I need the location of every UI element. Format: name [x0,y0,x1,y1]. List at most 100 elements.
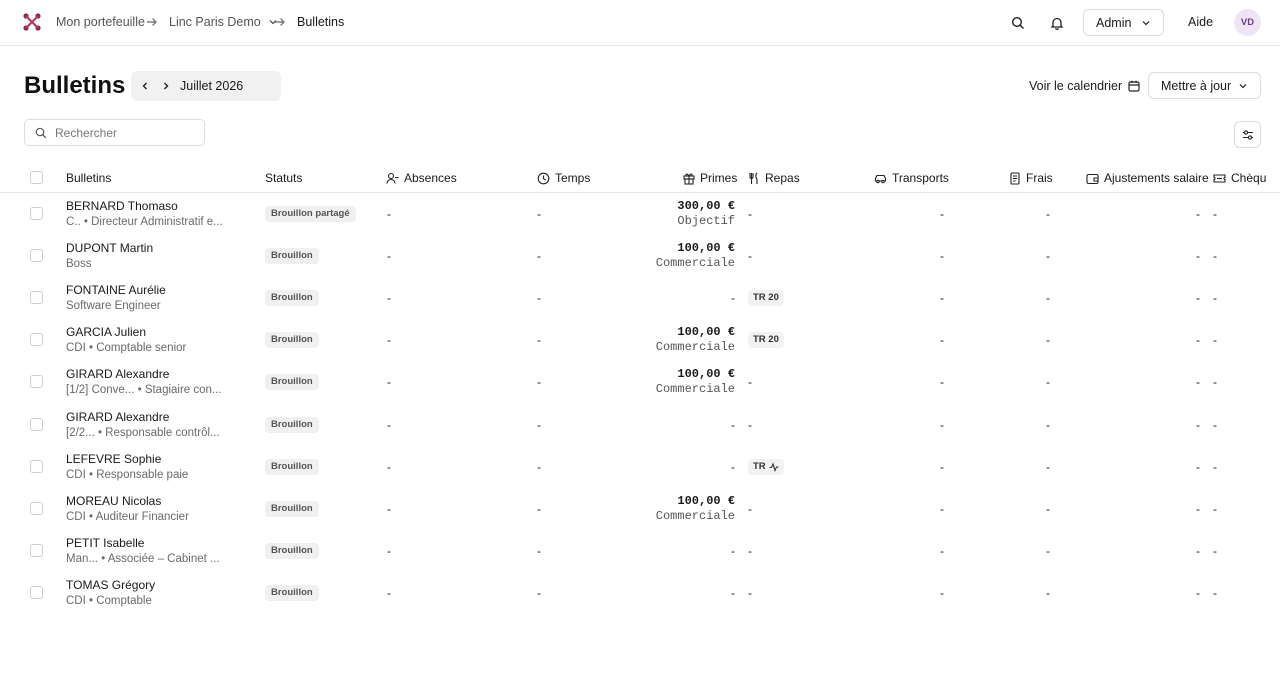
frais-value: - [1046,207,1050,221]
column-temps[interactable]: Temps [537,171,590,185]
meal-voucher-badge[interactable]: TR [748,458,784,475]
temps-value: - [537,249,541,264]
avatar[interactable]: VD [1234,9,1261,36]
help-link[interactable]: Aide [1188,15,1213,29]
table-row[interactable]: MOREAU Nicolas CDI • Auditeur Financier … [0,488,1280,530]
employee-contract: CDI • Comptable senior [66,342,187,355]
view-calendar-label: Voir le calendrier [1029,79,1123,93]
temps-value: - [537,207,541,221]
absences-value: - [387,375,391,390]
previous-month-button[interactable] [138,79,152,93]
column-absences[interactable]: Absences [386,171,457,185]
ajustements-value: - [1196,585,1200,600]
search-icon [35,127,47,139]
row-checkbox[interactable] [30,459,43,473]
row-checkbox[interactable] [30,291,43,305]
next-month-button[interactable] [159,79,173,93]
row-checkbox[interactable] [30,375,43,389]
column-cheques-label: Chèqu [1231,171,1267,185]
employee-contract: Boss [66,258,92,271]
search-input[interactable]: Rechercher [24,119,205,146]
meal-voucher-label: TR [753,460,766,472]
column-temps-label: Temps [555,171,591,185]
cheques-value: - [1213,249,1217,264]
table-row[interactable]: GIRARD Alexandre [2/2... • Responsable c… [0,404,1280,446]
employee-name[interactable]: DUPONT Martin [66,241,153,255]
transports-value: - [940,585,944,600]
column-repas-label: Repas [765,171,800,185]
status-badge: Brouillon partagé [265,206,356,222]
row-checkbox[interactable] [30,501,43,515]
table-row[interactable]: GARCIA Julien CDI • Comptable senior Bro… [0,319,1280,361]
employee-name[interactable]: LEFEVRE Sophie [66,452,161,466]
update-dropdown[interactable]: Mettre à jour [1148,72,1261,99]
row-checkbox[interactable] [30,333,43,347]
column-ajustements-label: Ajustements salaire [1104,171,1209,185]
table-row[interactable]: FONTAINE Aurélie Software Engineer Broui… [0,277,1280,319]
row-checkbox[interactable] [30,417,43,431]
admin-dropdown[interactable]: Admin [1083,9,1164,36]
employee-name[interactable]: GIRARD Alexandre [66,367,169,381]
status-badge: Brouillon [265,458,319,475]
absences-value: - [387,291,391,306]
column-bulletins[interactable]: Bulletins [66,171,111,185]
repas-value: - [748,207,752,221]
breadcrumb-company[interactable]: Linc Paris Demo [169,15,278,29]
table-row[interactable]: PETIT Isabelle Man... • Associée – Cabin… [0,530,1280,572]
cheques-value: - [1213,501,1217,516]
column-repas[interactable]: Repas [748,171,800,185]
column-frais[interactable]: Frais [1009,171,1053,185]
prime-value[interactable]: 100,00 € Commerciale [656,494,735,524]
cheques-value: - [1213,417,1217,432]
view-calendar-link[interactable]: Voir le calendrier [1029,79,1140,93]
prime-value[interactable]: 100,00 € Commerciale [656,367,735,397]
gift-icon [683,173,695,185]
employee-name[interactable]: MOREAU Nicolas [66,494,161,508]
employee-name[interactable]: PETIT Isabelle [66,536,144,550]
notifications-button[interactable] [1047,13,1067,33]
employee-contract: CDI • Responsable paie [66,468,189,481]
employee-name[interactable]: FONTAINE Aurélie [66,283,166,297]
prime-value[interactable]: 300,00 € Objectif [677,199,735,229]
car-icon [874,174,887,183]
employee-name[interactable]: BERNARD Thomaso [66,199,178,213]
status-badge: Brouillon [265,416,319,433]
row-checkbox[interactable] [30,207,43,220]
table-row[interactable]: LEFEVRE Sophie CDI • Responsable paie Br… [0,446,1280,488]
row-checkbox[interactable] [30,249,43,263]
absences-value: - [387,207,391,221]
meal-voucher-badge[interactable]: TR 20 [748,290,784,307]
transports-value: - [940,543,944,558]
breadcrumb-portfolio[interactable]: Mon portefeuille [56,15,145,29]
cheques-value: - [1213,585,1217,600]
absences-value: - [387,249,391,264]
absences-value: - [387,543,391,558]
wallet-icon [1086,173,1099,184]
search-button[interactable] [1008,13,1028,33]
employee-name[interactable]: GARCIA Julien [66,325,146,339]
meal-voucher-badge[interactable]: TR 20 [748,332,784,349]
table-row[interactable]: BERNARD Thomaso C.. • Directeur Administ… [0,193,1280,235]
column-transports[interactable]: Transports [874,171,949,185]
app-logo-icon[interactable] [22,12,42,32]
column-ajustements[interactable]: Ajustements salaire [1086,171,1209,185]
prime-empty: - [731,417,735,432]
column-statuts[interactable]: Statuts [265,171,302,185]
row-checkbox[interactable] [30,585,43,599]
prime-label: Commerciale [655,340,735,355]
filter-settings-button[interactable] [1234,121,1261,148]
status-badge: Brouillon [265,248,319,265]
row-checkbox[interactable] [30,543,43,557]
table-row[interactable]: GIRARD Alexandre [1/2] Conve... • Stagia… [0,361,1280,403]
arrow-right-icon [275,18,285,26]
prime-value[interactable]: 100,00 € Commerciale [656,241,735,271]
column-primes[interactable]: Primes [683,171,737,185]
table-row[interactable]: DUPONT Martin Boss Brouillon - - 100,00 … [0,235,1280,277]
prime-empty: - [731,459,735,474]
employee-name[interactable]: GIRARD Alexandre [66,410,169,424]
prime-value[interactable]: 100,00 € Commerciale [656,325,735,355]
table-row[interactable]: TOMAS Grégory CDI • Comptable Brouillon … [0,572,1280,614]
employee-name[interactable]: TOMAS Grégory [66,578,155,592]
column-cheques[interactable]: Chèqu [1213,171,1266,185]
select-all-checkbox[interactable] [30,171,43,184]
